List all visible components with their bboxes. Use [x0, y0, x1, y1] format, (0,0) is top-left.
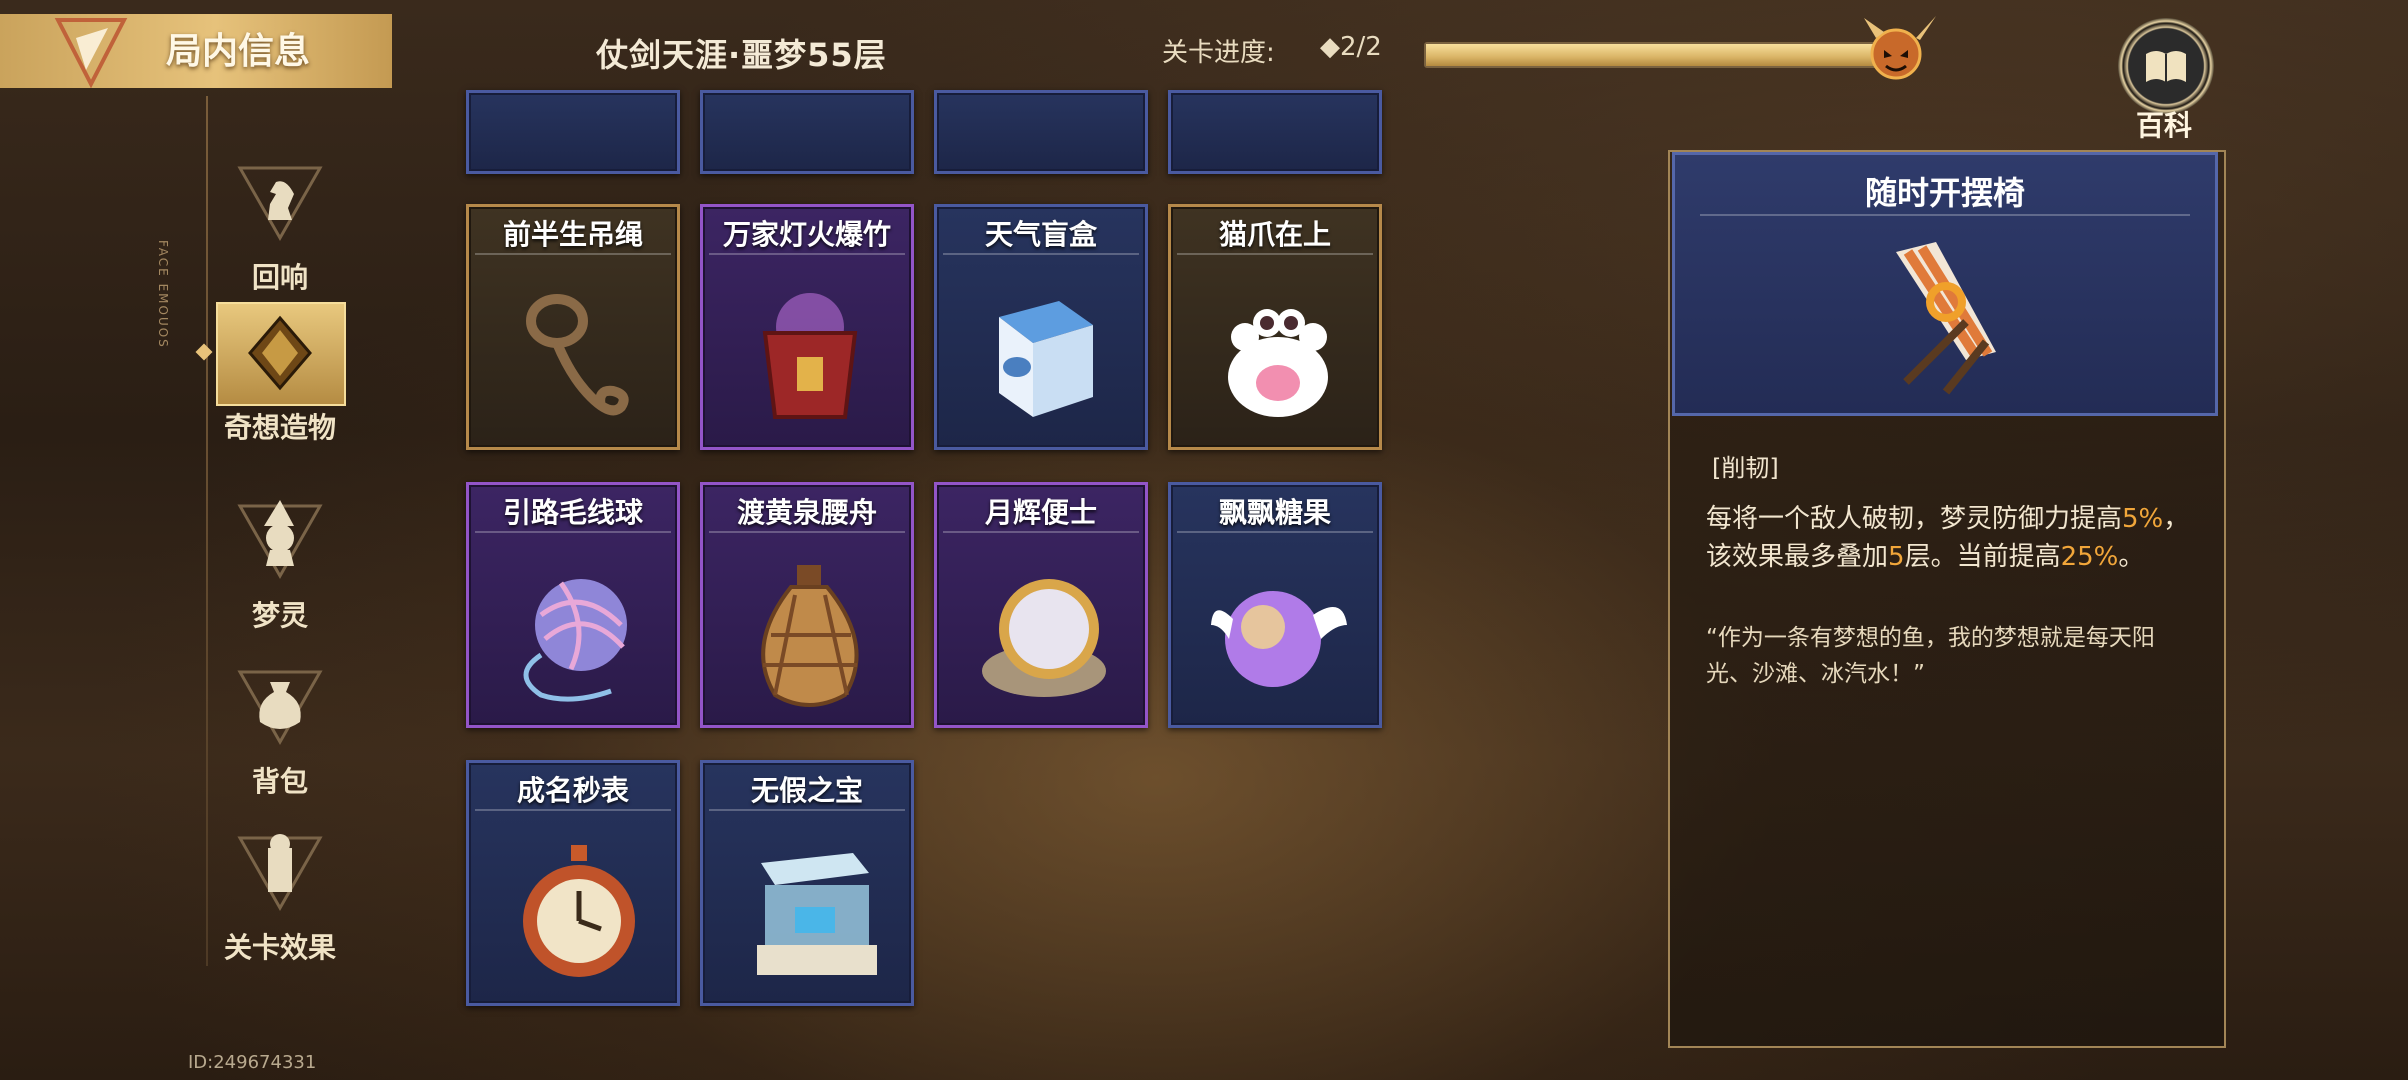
name-divider — [943, 253, 1139, 255]
encyclopedia-button[interactable] — [2118, 18, 2214, 114]
desc-text: 。 — [2118, 542, 2145, 572]
name-divider — [475, 253, 671, 255]
back-arrow-icon[interactable] — [48, 14, 134, 94]
stopwatch-icon — [523, 845, 635, 977]
sidebar-item-label: 奇想造物 — [223, 411, 336, 444]
gourd-icon — [761, 565, 859, 707]
name-divider — [475, 531, 671, 533]
item-card-partial[interactable] — [934, 90, 1148, 174]
stage-progress-fill — [1426, 44, 1882, 66]
item-name: 万家灯火爆竹 — [722, 218, 891, 251]
item-card[interactable]: 月辉便士 — [934, 482, 1148, 728]
effect-icon — [237, 834, 323, 912]
item-detail-title: 随时开摆椅 — [1864, 174, 2025, 212]
demon-boss-icon — [1864, 16, 1936, 80]
desc-value: 25% — [2060, 542, 2119, 572]
item-card[interactable]: 飘飘糖果 — [1168, 482, 1382, 728]
item-description: 每将一个敌人破韧，梦灵防御力提高5%，该效果最多叠加5层。当前提高25%。 — [1706, 500, 2192, 576]
sidebar-item-creations[interactable]: 奇想造物 — [200, 308, 360, 446]
stage-title: 仗剑天涯·噩梦55层 — [596, 36, 887, 74]
item-name: 成名秒表 — [516, 774, 629, 807]
coin-icon — [982, 579, 1106, 697]
sidebar-item-backpack[interactable]: 背包 — [200, 652, 360, 800]
desc-value: 5 — [1888, 542, 1905, 572]
item-name: 前半生吊绳 — [502, 218, 643, 251]
desc-value: 5% — [2122, 504, 2164, 534]
name-divider — [1177, 253, 1373, 255]
item-card-partial[interactable] — [1168, 90, 1382, 174]
desc-text: 层。当前提高 — [1904, 542, 2061, 572]
item-card[interactable]: 猫爪在上 — [1168, 204, 1382, 450]
item-name: 渡黄泉腰舟 — [736, 496, 877, 529]
item-name: 月辉便士 — [984, 496, 1097, 529]
item-name: 飘飘糖果 — [1218, 496, 1331, 529]
item-card[interactable]: 前半生吊绳 — [466, 204, 680, 450]
sidebar-item-stage-effects[interactable]: 关卡效果 — [200, 818, 360, 966]
book-icon — [2146, 51, 2186, 82]
detail-divider — [1700, 214, 2190, 216]
encyclopedia-label: 百科 — [2136, 109, 2193, 142]
item-card[interactable]: 成名秒表 — [466, 760, 680, 1006]
item-name: 天气盲盒 — [984, 218, 1097, 251]
item-card[interactable]: 天气盲盒 — [934, 204, 1148, 450]
display-case-icon — [757, 853, 877, 975]
name-divider — [709, 809, 905, 811]
item-card-partial[interactable] — [700, 90, 914, 174]
weather-box-icon — [999, 301, 1093, 417]
beach-chair-icon — [1896, 242, 1996, 395]
name-divider — [709, 531, 905, 533]
sidebar-item-label: 关卡效果 — [223, 931, 336, 964]
item-card-partial[interactable] — [466, 90, 680, 174]
item-card[interactable]: 引路毛线球 — [466, 482, 680, 728]
name-divider — [709, 253, 905, 255]
panel-title: 局内信息 — [166, 31, 311, 72]
item-card[interactable]: 万家灯火爆竹 — [700, 204, 914, 450]
cat-paw-icon — [1228, 309, 1328, 417]
yarn-ball-icon — [523, 579, 627, 702]
item-name: 无假之宝 — [750, 774, 863, 807]
sidebar-item-label: 回响 — [251, 261, 308, 294]
progress-value: ◆2/2 — [1320, 32, 1382, 62]
user-id: ID:249674331 — [188, 1052, 317, 1073]
sidebar-item-dream-spirit[interactable]: 梦灵 — [200, 486, 360, 634]
rope-icon — [526, 294, 629, 416]
sidebar-item-label: 背包 — [251, 765, 308, 798]
sidebar-item-echo[interactable]: 回响 — [200, 148, 360, 296]
sidebar-item-label: 梦灵 — [251, 599, 308, 632]
name-divider — [475, 809, 671, 811]
name-divider — [943, 531, 1139, 533]
crystal-icon — [248, 315, 312, 391]
witch-icon — [237, 500, 323, 580]
item-name: 引路毛线球 — [502, 496, 643, 529]
firecracker-icon — [762, 293, 858, 419]
desc-text: 每将一个敌人破韧，梦灵防御力提高 — [1706, 504, 2123, 534]
item-card[interactable]: 无假之宝 — [700, 760, 914, 1006]
sidebar-decor-text: FACE EMOUOS — [156, 240, 170, 349]
item-flavor-quote: “作为一条有梦想的鱼，我的梦想就是每天阳光、沙滩、冰汽水！” — [1706, 625, 2155, 687]
item-name: 猫爪在上 — [1218, 218, 1331, 251]
name-divider — [1177, 531, 1373, 533]
winged-orb-icon — [1211, 591, 1347, 687]
chess-knight-icon — [237, 166, 323, 242]
bag-icon — [237, 670, 323, 746]
item-card[interactable]: 渡黄泉腰舟 — [700, 482, 914, 728]
item-tag: [削韧] — [1712, 454, 1779, 482]
progress-label: 关卡进度: — [1162, 38, 1275, 68]
stage-progress-bar — [1424, 42, 1884, 68]
